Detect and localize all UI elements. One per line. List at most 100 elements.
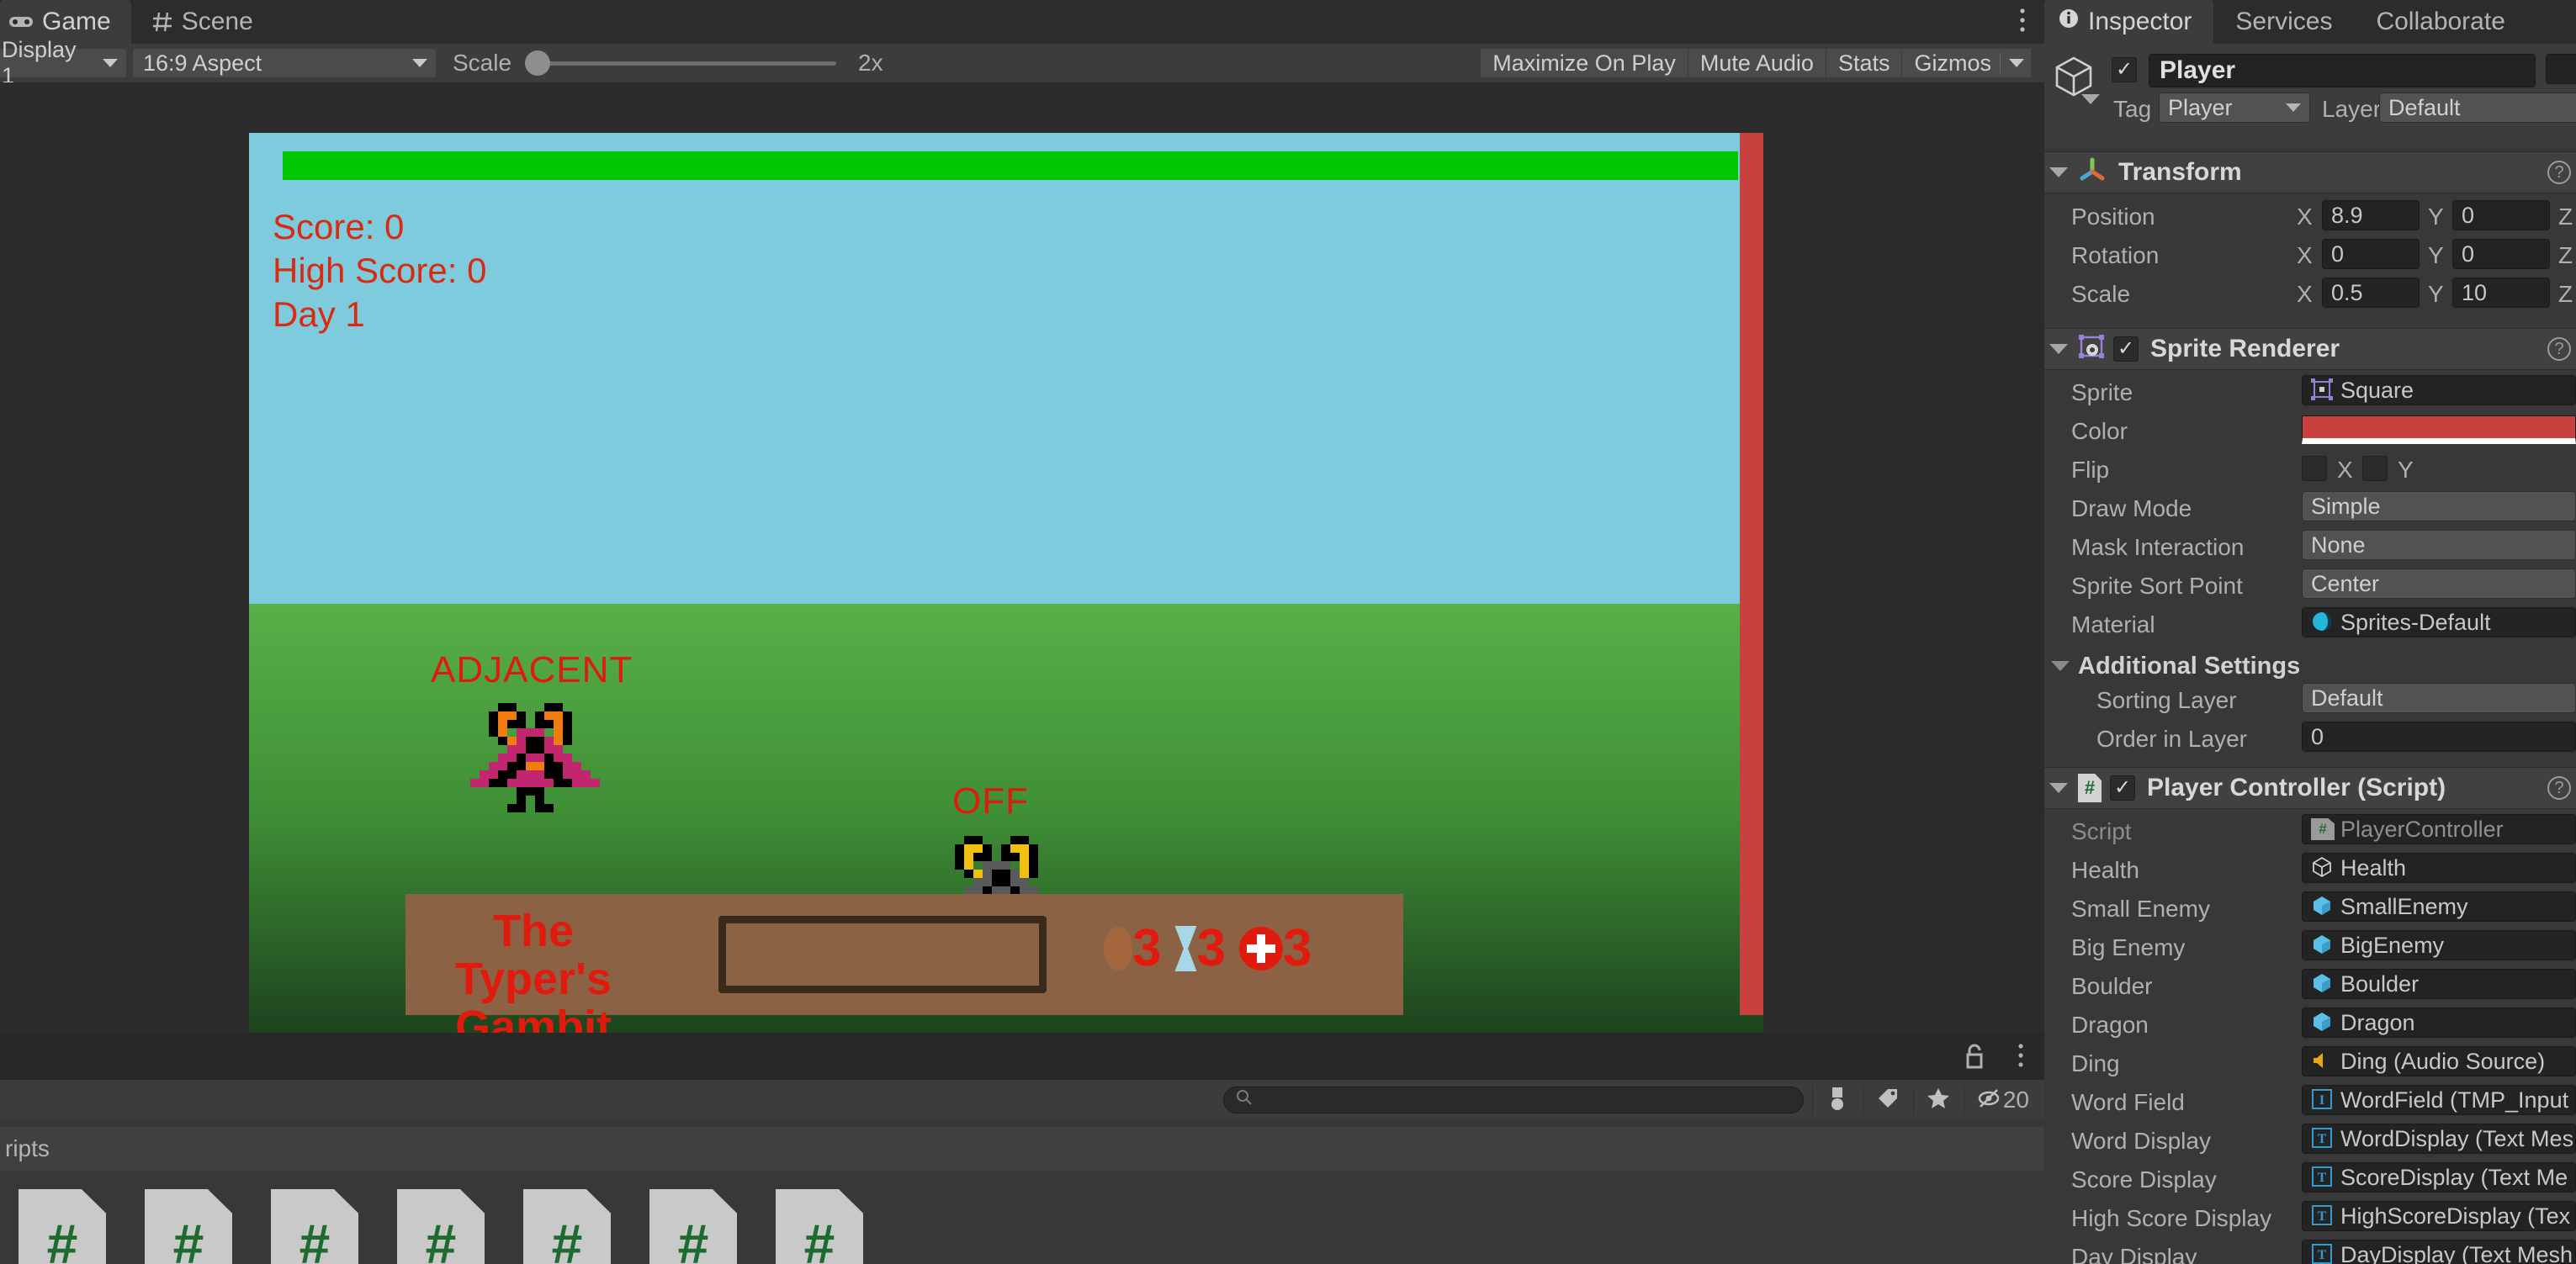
flip-x-checkbox[interactable] <box>2302 456 2327 481</box>
flip-y-checkbox[interactable] <box>2362 456 2388 481</box>
chevron-down-icon[interactable] <box>2049 167 2068 177</box>
transform-row-position: Position X 8.9 Y 0 Z <box>2044 198 2576 237</box>
display-dropdown-label: Display 1 <box>2 37 94 89</box>
word-display-object-field[interactable]: T WordDisplay (Text Mes <box>2302 1124 2576 1154</box>
project-panel-header <box>0 1033 2044 1080</box>
big-enemy-object-field[interactable]: BigEnemy <box>2302 930 2576 960</box>
position-x-field[interactable]: 8.9 <box>2322 200 2420 230</box>
mask-interaction-label: Mask Interaction <box>2071 534 2244 561</box>
word-display-row: Word Display T WordDisplay (Text Mes <box>2044 1124 2576 1162</box>
chevron-down-icon[interactable] <box>2051 661 2070 671</box>
chevron-down-icon[interactable] <box>2049 344 2068 354</box>
hidden-count-button[interactable]: 20 <box>1964 1087 2044 1113</box>
position-y-field[interactable]: 0 <box>2452 200 2550 230</box>
asset-item-1[interactable]: # <box>145 1189 232 1264</box>
game-panel-menu-button[interactable] <box>2019 0 2044 44</box>
scale-x-field[interactable]: 0.5 <box>2322 278 2420 308</box>
rotation-x-field[interactable]: 0 <box>2322 239 2420 269</box>
word-field-object-field[interactable]: I WordField (TMP_Input F <box>2302 1085 2576 1115</box>
sky-background <box>249 133 1763 604</box>
gameobject-icon-dropdown[interactable] <box>2081 94 2100 104</box>
high-score-display-object-field[interactable]: T HighScoreDisplay (Tex <box>2302 1201 2576 1231</box>
component-header-sprite-renderer[interactable]: ✓ Sprite Renderer ? <box>2044 328 2576 370</box>
project-panel-menu-button[interactable] <box>2017 1043 2024 1072</box>
gameobject-enabled-checkbox[interactable]: ✓ <box>2112 57 2137 82</box>
score-display-object-field[interactable]: T ScoreDisplay (Text Me <box>2302 1162 2576 1193</box>
scale-y-field[interactable]: 10 <box>2452 278 2550 308</box>
star-icon-button[interactable] <box>1913 1087 1964 1114</box>
help-icon[interactable]: ? <box>2547 776 2571 800</box>
health-object-field[interactable]: Health <box>2302 853 2576 883</box>
rotation-y-field[interactable]: 0 <box>2452 239 2550 269</box>
flip-row: Flip X Y <box>2044 452 2576 491</box>
sprite-sort-point-dropdown[interactable]: Center <box>2302 569 2576 599</box>
gizmos-button[interactable]: Gizmos <box>1902 49 2031 77</box>
game-view[interactable]: Score: 0 High Score: 0 Day 1 ADJACENT <box>0 82 2044 1033</box>
ding-object-field[interactable]: Ding (Audio Source) <box>2302 1046 2576 1076</box>
additional-settings-foldout[interactable]: Additional Settings <box>2044 649 2576 683</box>
boulder-object-field[interactable]: Boulder <box>2302 969 2576 999</box>
aspect-dropdown[interactable]: 16:9 Aspect <box>133 49 436 77</box>
chevron-down-icon[interactable] <box>2049 783 2068 793</box>
health-label: Health <box>2071 857 2139 884</box>
player-controller-enabled-checkbox[interactable]: ✓ <box>2110 775 2135 801</box>
day-display-label: Day Display <box>2071 1244 2197 1264</box>
dragon-value: Dragon <box>2340 1010 2415 1036</box>
sorting-layer-dropdown[interactable]: Default <box>2302 683 2576 713</box>
word-display-label: Word Display <box>2071 1128 2211 1155</box>
sprite-renderer-enabled-checkbox[interactable]: ✓ <box>2113 336 2139 362</box>
color-swatch-field[interactable] <box>2302 415 2576 444</box>
draw-mode-row: Draw Mode Simple <box>2044 491 2576 530</box>
dragon-object-field[interactable]: Dragon <box>2302 1007 2576 1038</box>
sprite-object-field[interactable]: Square <box>2302 375 2576 405</box>
search-input[interactable] <box>1223 1087 1804 1113</box>
tab-scene[interactable]: Scene <box>131 0 273 44</box>
order-in-layer-field[interactable]: 0 <box>2302 722 2576 752</box>
scale-slider[interactable] <box>525 61 836 66</box>
gizmos-label: Gizmos <box>1914 50 1991 77</box>
sprite-sort-point-row: Sprite Sort Point Center <box>2044 569 2576 607</box>
sorting-layer-row: Sorting Layer Default <box>2044 683 2576 722</box>
tag-dropdown[interactable]: Player <box>2159 93 2310 123</box>
gameobject-static-checkbox[interactable] <box>2546 54 2576 84</box>
maximize-on-play-button[interactable]: Maximize On Play <box>1481 49 1688 77</box>
asset-item-3[interactable]: # <box>397 1189 485 1264</box>
material-object-field[interactable]: Sprites-Default <box>2302 607 2576 637</box>
position-x-label: X <box>2297 204 2313 230</box>
mute-audio-button[interactable]: Mute Audio <box>1688 49 1826 77</box>
asset-item-2[interactable]: # <box>271 1189 358 1264</box>
tab-services[interactable]: Services <box>2213 0 2354 44</box>
high-score-display-row: High Score Display T HighScoreDisplay (T… <box>2044 1201 2576 1240</box>
tag-icon-button[interactable] <box>1863 1087 1913 1114</box>
mask-interaction-dropdown[interactable]: None <box>2302 530 2576 560</box>
word-field-label: Word Field <box>2071 1089 2185 1116</box>
day-display-object-field[interactable]: T DayDisplay (Text Mesh <box>2302 1240 2576 1264</box>
help-icon[interactable]: ? <box>2547 161 2571 184</box>
gameobject-name-field[interactable]: Player <box>2149 54 2536 87</box>
word-field-row: Word Field I WordField (TMP_Input F <box>2044 1085 2576 1124</box>
asset-label-icon-button[interactable] <box>1812 1086 1863 1115</box>
small-enemy-object-field[interactable]: SmallEnemy <box>2302 891 2576 922</box>
component-header-player-controller[interactable]: # ✓ Player Controller (Script) ? <box>2044 767 2576 809</box>
svg-text:I: I <box>2319 1093 2324 1108</box>
tab-inspector[interactable]: Inspector <box>2044 0 2213 44</box>
big-enemy-label: Big Enemy <box>2071 934 2185 961</box>
component-header-transform[interactable]: Transform ? <box>2044 151 2576 193</box>
tab-inspector-label: Inspector <box>2088 8 2192 36</box>
draw-mode-dropdown[interactable]: Simple <box>2302 491 2576 521</box>
asset-item-0[interactable]: # <box>19 1189 106 1264</box>
help-icon[interactable]: ? <box>2547 337 2571 361</box>
tab-collaborate[interactable]: Collaborate <box>2354 0 2526 44</box>
display-dropdown[interactable]: Display 1 <box>0 49 126 77</box>
sorting-layer-label: Sorting Layer <box>2096 687 2237 714</box>
layer-dropdown[interactable]: Default <box>2379 93 2576 123</box>
word-input-field[interactable] <box>718 916 1047 993</box>
asset-item-4[interactable]: # <box>523 1189 611 1264</box>
asset-item-6[interactable]: # <box>776 1189 863 1264</box>
asset-item-5[interactable]: # <box>649 1189 737 1264</box>
stats-button[interactable]: Stats <box>1826 49 1903 77</box>
lock-button[interactable] <box>1964 1043 1985 1074</box>
game-counters: 3 3 3 <box>1104 923 1312 975</box>
scale-slider-knob[interactable] <box>525 50 550 76</box>
breadcrumb-bar[interactable]: ripts <box>0 1127 2044 1171</box>
